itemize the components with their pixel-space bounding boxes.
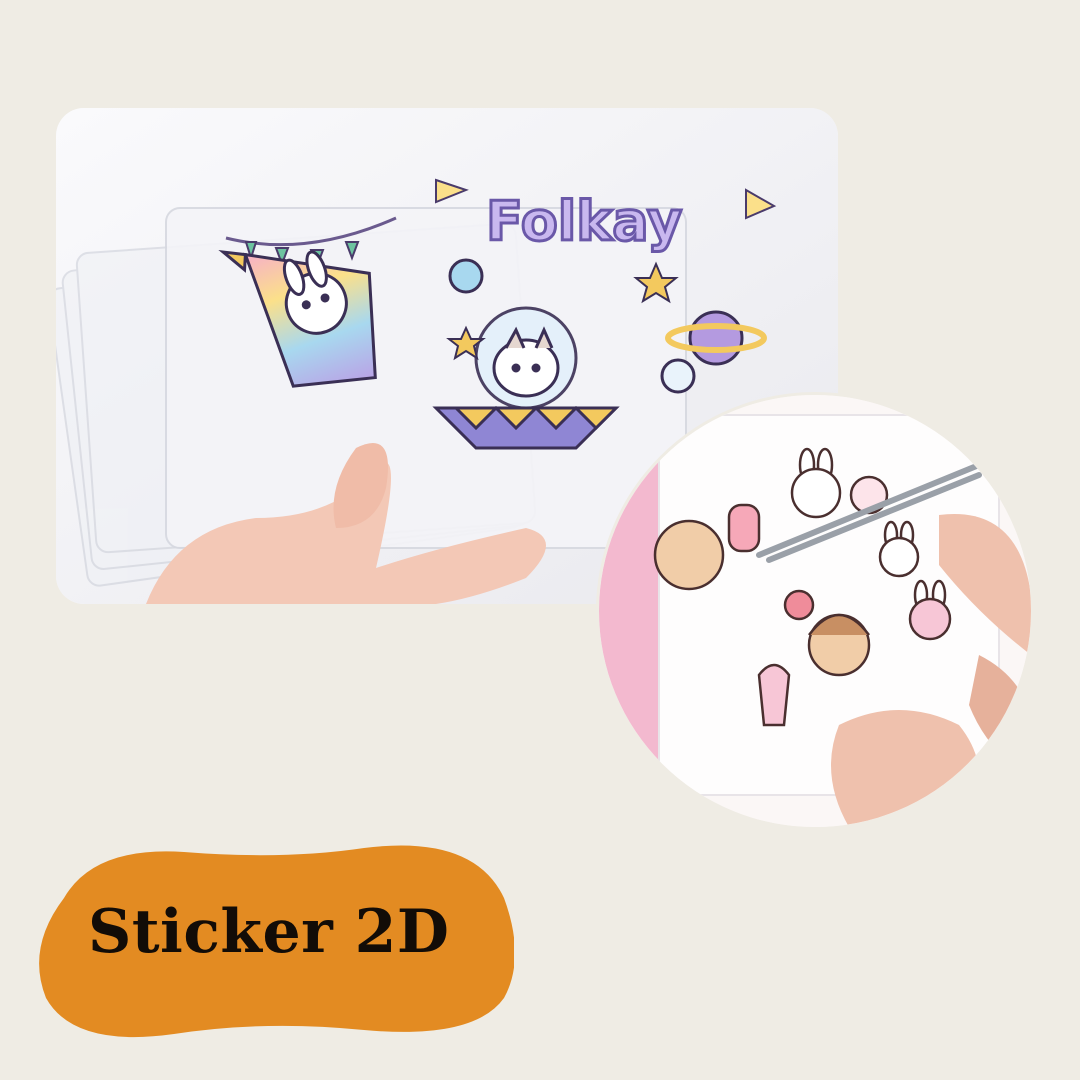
sticker-detail-photo — [596, 392, 1034, 830]
title-label: Sticker 2D — [88, 897, 450, 967]
svg-text:Folkay: Folkay — [486, 190, 682, 253]
